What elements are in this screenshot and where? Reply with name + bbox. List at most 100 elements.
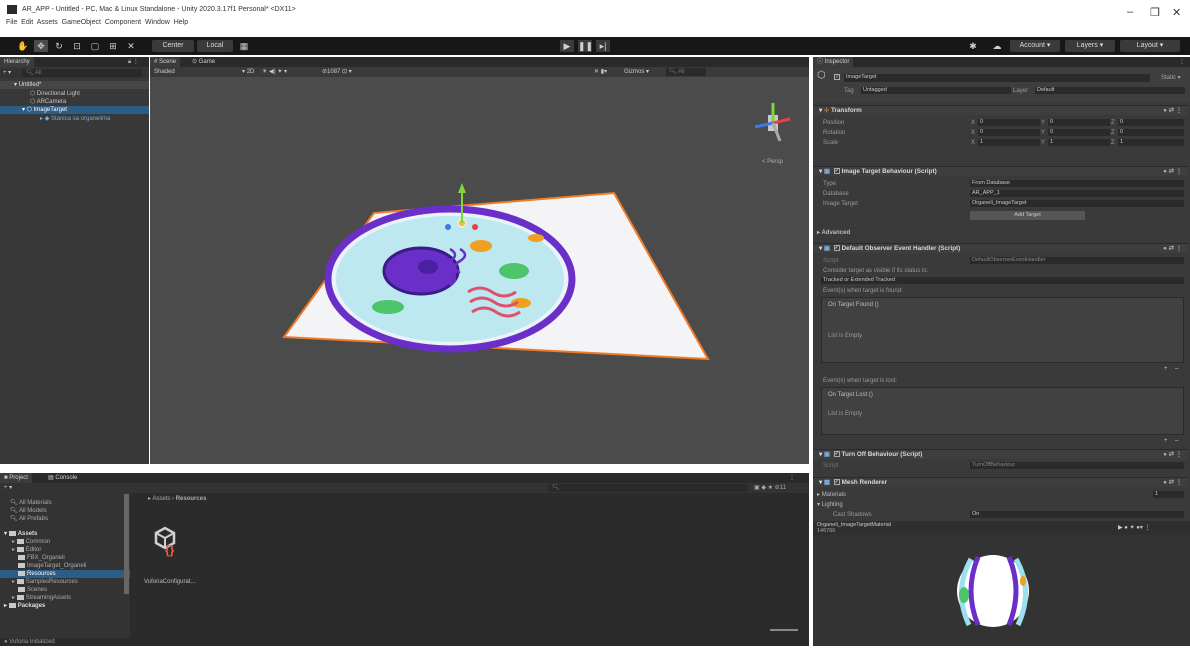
favorite-all-materials[interactable]: 🔍︎ All Materials xyxy=(10,499,52,507)
collab-icon[interactable]: ✱ xyxy=(966,40,980,52)
gizmos-dropdown[interactable]: Gizmos ▾ xyxy=(624,68,649,76)
static-dropdown[interactable]: Static ▾ xyxy=(1161,74,1181,82)
advanced-foldout[interactable]: ▸ Advanced xyxy=(817,229,850,237)
status-dropdown[interactable]: Tracked or Extended Tracked xyxy=(821,277,1184,284)
folder-editor[interactable]: ▸ Editor xyxy=(12,546,41,554)
close-button[interactable]: ✕ xyxy=(1172,6,1181,19)
menu-gameobject[interactable]: GameObject xyxy=(62,19,101,26)
folder-common[interactable]: ▸ Common xyxy=(12,538,50,546)
component-menu-icon[interactable]: ● ⇄ ⋮ xyxy=(1163,450,1182,460)
lost-remove-button[interactable]: – xyxy=(1175,437,1178,445)
tag-dropdown[interactable]: Untagged xyxy=(861,87,1011,94)
persp-label[interactable]: < Persp xyxy=(762,159,784,165)
tools-icon[interactable]: ✕ ▮▾ xyxy=(594,68,607,76)
step-button[interactable]: ▸| xyxy=(596,40,610,52)
project-tree-scrollbar[interactable] xyxy=(124,494,129,594)
scene-canvas[interactable]: < Persp xyxy=(150,77,809,464)
maximize-button[interactable]: ❐ xyxy=(1150,6,1160,19)
folder-imagetarget-organeli[interactable]: ImageTarget_Organeli xyxy=(18,562,86,570)
hierarchy-item-directional-light[interactable]: ⬡ Directional Light xyxy=(30,90,80,98)
scene-search-input[interactable]: 🔍︎ All xyxy=(666,68,706,76)
rotation-z-input[interactable]: 0 xyxy=(1118,129,1184,136)
rotate-tool-icon[interactable]: ↻ xyxy=(52,40,66,52)
scale-x-input[interactable]: 1 xyxy=(978,139,1040,146)
rotation-y-input[interactable]: 0 xyxy=(1048,129,1110,136)
mode-2d-toggle[interactable]: ▾ 2D xyxy=(242,68,254,76)
tab-console[interactable]: ▤ Console xyxy=(44,473,82,483)
component-menu-icon[interactable]: ● ⇄ ⋮ xyxy=(1163,478,1182,488)
folder-fbx-organeli[interactable]: FBX_Organeli xyxy=(18,554,65,562)
hierarchy-search-input[interactable]: 🔍︎ All xyxy=(22,69,142,77)
move-tool-icon[interactable]: ✥ xyxy=(34,40,48,52)
active-checkbox[interactable]: ✓ xyxy=(834,74,840,80)
hand-tool-icon[interactable]: ✋ xyxy=(16,40,30,52)
tab-scene[interactable]: # Scene xyxy=(150,57,181,67)
turnoff-header[interactable]: ▾ ▣ ✓ Turn Off Behaviour (Script) ● ⇄ ⋮ xyxy=(813,449,1188,459)
image-target-dropdown[interactable]: Organeli_ImageTarget xyxy=(970,200,1184,207)
preview-controls-icon[interactable]: ▶ ● ✦ ●▾ ⋮ xyxy=(1118,524,1151,532)
folder-packages[interactable]: ▸ Packages xyxy=(4,602,45,610)
project-lock-icon[interactable]: ⋮ xyxy=(789,474,795,482)
image-target-header[interactable]: ▾ ▣ ✓ Image Target Behaviour (Script) ● ⇄ … xyxy=(813,166,1188,176)
minimize-button[interactable]: – xyxy=(1127,6,1133,18)
icon-size-slider[interactable] xyxy=(770,629,798,631)
create-plus-icon[interactable]: + ▾ xyxy=(3,69,11,77)
tab-project[interactable]: ■ Project xyxy=(0,473,32,483)
position-y-input[interactable]: 0 xyxy=(1048,119,1110,126)
component-menu-icon[interactable]: ● ⇄ ⋮ xyxy=(1163,106,1182,116)
scale-tool-icon[interactable]: ⊡ xyxy=(70,40,84,52)
hierarchy-item-imagetarget[interactable]: ▾ ⬡ ImageTarget xyxy=(0,106,149,114)
component-enabled-checkbox[interactable]: ✓ xyxy=(833,168,840,175)
component-enabled-checkbox[interactable]: ✓ xyxy=(833,245,840,252)
menu-edit[interactable]: Edit xyxy=(21,19,33,26)
scale-z-input[interactable]: 1 xyxy=(1118,139,1184,146)
menu-window[interactable]: Window xyxy=(145,19,170,26)
breadcrumb-assets[interactable]: Assets xyxy=(152,496,170,502)
folder-scenes[interactable]: Scenes xyxy=(18,586,47,594)
add-target-button[interactable]: Add Target xyxy=(970,211,1085,220)
vuforia-config-file[interactable]: {} xyxy=(148,523,184,559)
materials-foldout[interactable]: ▸ Materials xyxy=(817,491,846,499)
play-button[interactable]: ▶ xyxy=(560,40,574,52)
scale-y-input[interactable]: 1 xyxy=(1048,139,1110,146)
folder-assets[interactable]: ▾ Assets xyxy=(4,530,37,538)
mesh-renderer-header[interactable]: ▾ ▦ ✓ Mesh Renderer ● ⇄ ⋮ xyxy=(813,477,1188,487)
project-search-input[interactable]: 🔍︎ xyxy=(548,484,748,492)
folder-samplesresources[interactable]: ▸ SamplesResources xyxy=(12,578,78,586)
gizmo-x-handle[interactable] xyxy=(472,224,478,230)
cast-shadows-dropdown[interactable]: On xyxy=(970,511,1184,518)
hierarchy-item-stanica[interactable]: ▸ ◆ Stanica sa organelima xyxy=(40,115,110,123)
component-menu-icon[interactable]: ● ⇄ ⋮ xyxy=(1163,167,1182,177)
lock-icon[interactable]: 🔒︎ ⋮ xyxy=(128,58,139,66)
project-create-icon[interactable]: + ▾ xyxy=(4,484,12,492)
menu-component[interactable]: Component xyxy=(105,19,141,26)
inspector-lock-icon[interactable]: ⋮ xyxy=(1179,58,1185,66)
menu-file[interactable]: File xyxy=(6,19,17,26)
account-dropdown[interactable]: Account ▾ xyxy=(1010,40,1060,52)
grid-snap-icon[interactable]: ▦ xyxy=(237,40,251,52)
component-enabled-checkbox[interactable]: ✓ xyxy=(833,479,840,486)
folder-streamingassets[interactable]: ▸ StreamingAssets xyxy=(12,594,71,602)
layers-dropdown[interactable]: Layers ▾ xyxy=(1065,40,1115,52)
pivot-local-toggle[interactable]: Local xyxy=(197,40,233,52)
material-preview-area[interactable] xyxy=(813,535,1190,646)
menu-help[interactable]: Help xyxy=(174,19,188,26)
rect-tool-icon[interactable]: ▢ xyxy=(88,40,102,52)
rotation-x-input[interactable]: 0 xyxy=(978,129,1040,136)
position-z-input[interactable]: 0 xyxy=(1118,119,1184,126)
component-enabled-checkbox[interactable]: ✓ xyxy=(833,451,840,458)
component-menu-icon[interactable]: ● ⇄ ⋮ xyxy=(1163,244,1182,254)
tab-hierarchy[interactable]: Hierarchy xyxy=(0,57,34,67)
type-dropdown[interactable]: From Database xyxy=(970,180,1184,187)
observer-header[interactable]: ▾ ▣ ✓ Default Observer Event Handler (Scr… xyxy=(813,243,1188,253)
transform-header[interactable]: ▾ ⊹ Transform ● ⇄ ⋮ xyxy=(813,105,1188,115)
found-remove-button[interactable]: – xyxy=(1175,365,1178,373)
visibility-counter[interactable]: ⊘1087 ⊡ ▾ xyxy=(322,68,352,76)
folder-resources[interactable]: Resources xyxy=(0,570,130,578)
position-x-input[interactable]: 0 xyxy=(978,119,1040,126)
shading-dropdown[interactable]: Shaded xyxy=(154,68,175,76)
cloud-icon[interactable]: ☁ xyxy=(990,40,1004,52)
breadcrumb-resources[interactable]: Resources xyxy=(176,496,207,502)
tab-game[interactable]: ⊙ Game xyxy=(188,57,220,67)
transform-tool-icon[interactable]: ⊞ xyxy=(106,40,120,52)
